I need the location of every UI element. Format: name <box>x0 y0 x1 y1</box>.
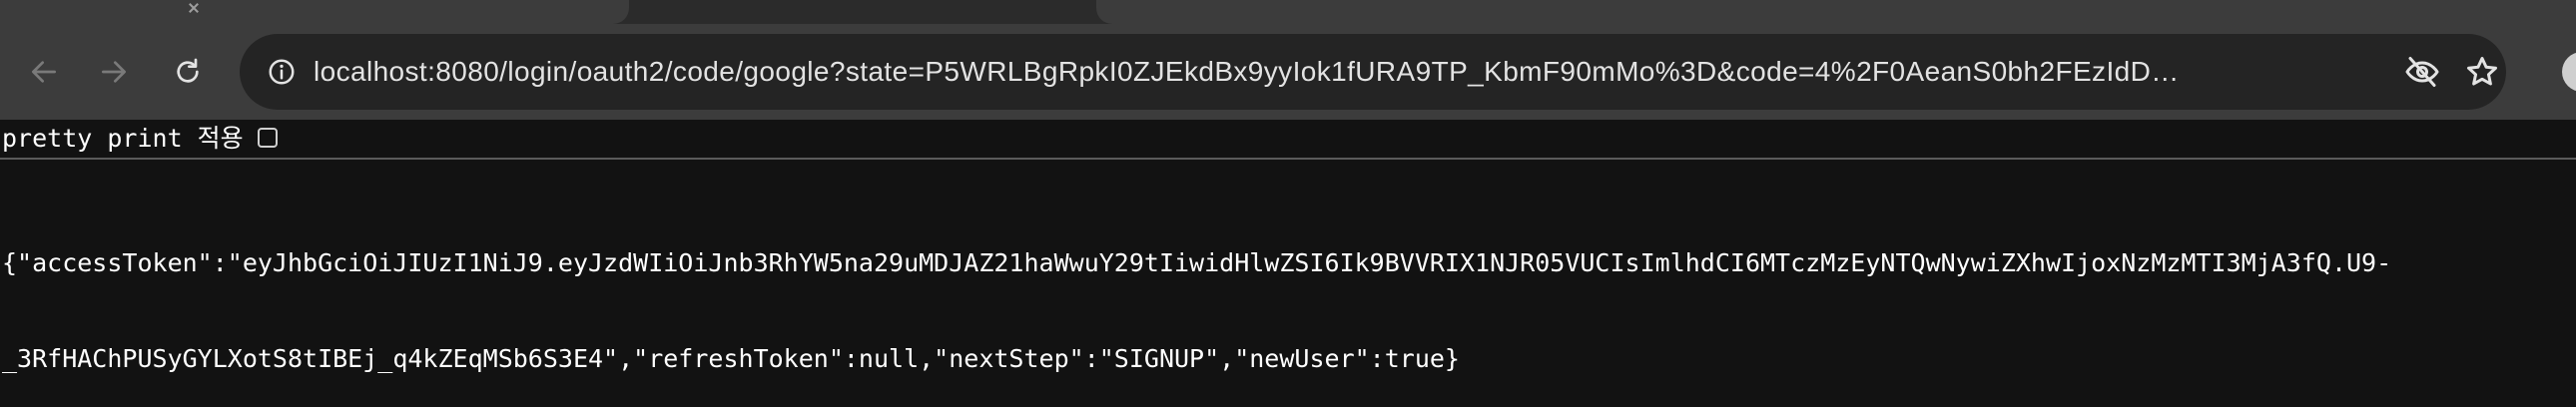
back-button[interactable] <box>20 48 68 96</box>
arrow-left-icon <box>32 61 56 83</box>
eye-off-icon <box>2405 57 2439 87</box>
site-info-button[interactable] <box>258 48 306 96</box>
json-content: {"accessToken":"eyJhbGciOiJIUzI1NiJ9.eyJ… <box>2 184 2558 407</box>
bookmark-button[interactable] <box>2458 48 2506 96</box>
forward-button[interactable] <box>90 48 138 96</box>
tab-strip <box>0 0 2576 24</box>
tab-close-icon[interactable] <box>188 0 200 16</box>
pretty-print-label: pretty print 적용 <box>2 124 244 153</box>
pretty-print-bar: pretty print 적용 <box>0 120 2576 160</box>
url-text[interactable]: localhost:8080/login/oauth2/code/google?… <box>314 34 2191 110</box>
tune-icon <box>269 59 295 85</box>
profile-avatar[interactable] <box>2562 52 2576 92</box>
arrow-right-icon <box>102 61 126 83</box>
reload-icon <box>177 58 199 83</box>
star-icon <box>2467 57 2497 86</box>
tab-previous[interactable] <box>0 0 629 24</box>
pretty-print-checkbox[interactable] <box>258 128 278 148</box>
tab-next[interactable] <box>1096 0 2576 24</box>
address-bar[interactable]: localhost:8080/login/oauth2/code/google?… <box>240 34 2506 110</box>
reload-button[interactable] <box>164 48 212 96</box>
tracking-protection-button[interactable] <box>2398 48 2446 96</box>
browser-toolbar: localhost:8080/login/oauth2/code/google?… <box>0 24 2576 120</box>
json-line: _3RfHAChPUSyGYLXotS8tIBEj_q4kZEqMSb6S3E4… <box>2 344 1460 373</box>
json-line: {"accessToken":"eyJhbGciOiJIUzI1NiJ9.eyJ… <box>2 248 2392 277</box>
